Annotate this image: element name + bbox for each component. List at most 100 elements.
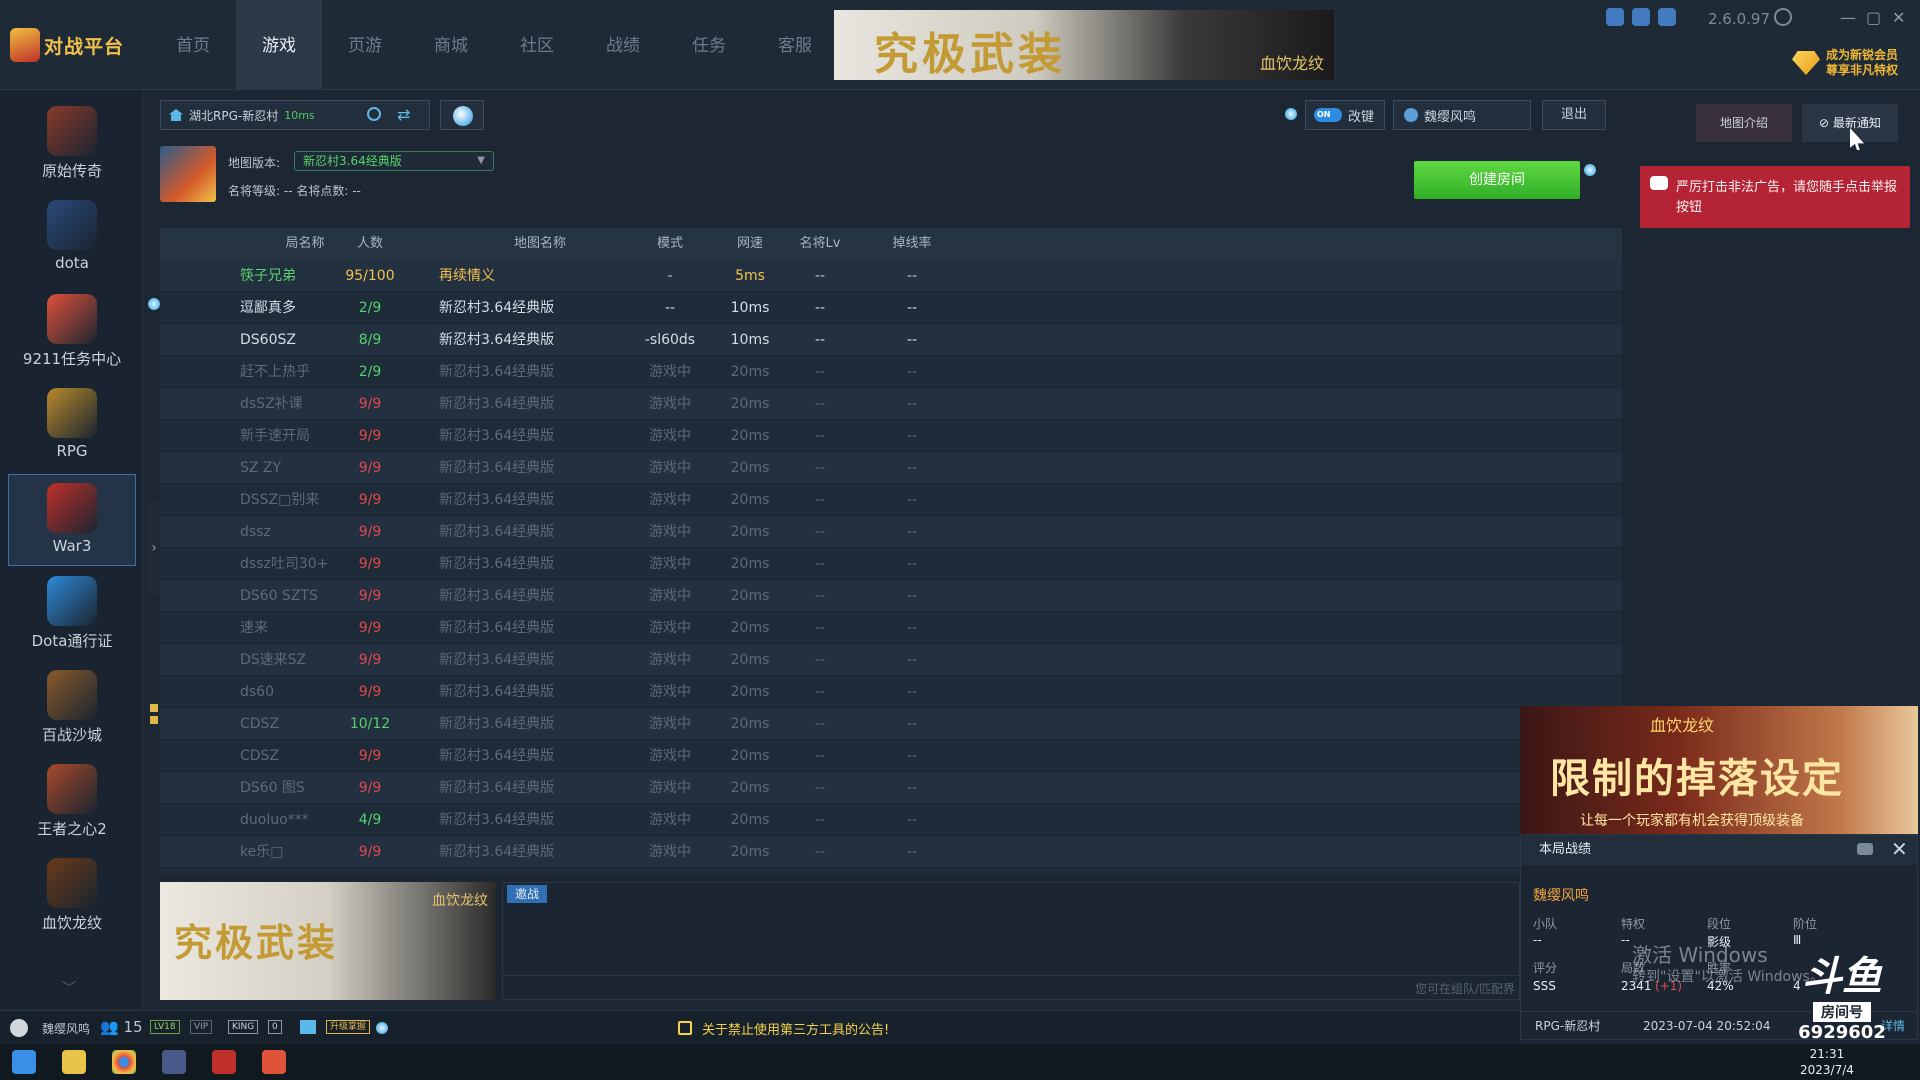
update-refresh-icon[interactable]: [1774, 8, 1792, 26]
room-map: 新忍村3.64经典版: [439, 780, 555, 796]
table-row[interactable]: 赶不上热乎 2/9 新忍村3.64经典版 游戏中 20ms -- --: [160, 356, 1622, 388]
table-row[interactable]: 筷子兄弟 95/100 再续情义 -5ms -- --: [160, 260, 1622, 292]
chevron-down-icon[interactable]: ﹀: [62, 978, 76, 998]
nav-games[interactable]: 游戏: [236, 0, 322, 90]
room-level: --: [814, 556, 826, 572]
announcement-link[interactable]: 关于禁止使用第三方工具的公告!: [702, 1019, 889, 1038]
card-icon[interactable]: [300, 1020, 316, 1034]
close-icon[interactable]: ✕: [1891, 837, 1908, 861]
upgrade-badge[interactable]: 升级掌握: [326, 1020, 371, 1034]
server-selector[interactable]: 湖北RPG-新忍村 10ms ⇄: [160, 100, 430, 130]
table-row[interactable]: ds60 9/9 新忍村3.64经典版 游戏中 20ms -- --: [160, 676, 1622, 708]
table-row[interactable]: 速来 9/9 新忍村3.64经典版 游戏中 20ms -- --: [160, 612, 1622, 644]
windows-start-icon[interactable]: [12, 1050, 36, 1074]
col-count[interactable]: 人数: [330, 228, 410, 260]
tab-invite[interactable]: 邀战: [507, 885, 547, 903]
toggle-switch[interactable]: ON: [1314, 108, 1342, 122]
map-thumbnail: [160, 146, 216, 202]
table-row[interactable]: DS60 SZTS 9/9 新忍村3.64经典版 游戏中 20ms -- --: [160, 580, 1622, 612]
col-ping[interactable]: 网速: [710, 228, 790, 260]
maximize-icon[interactable]: ▢: [1866, 8, 1881, 27]
col-drop[interactable]: 掉线率: [872, 228, 952, 260]
sidebar-game-tile[interactable]: War3: [8, 474, 136, 566]
king-badge[interactable]: KING: [228, 1020, 259, 1034]
taskbar-clock[interactable]: 21:31 2023/7/4: [1800, 1046, 1854, 1078]
vip-badge[interactable]: VIP: [190, 1020, 213, 1034]
col-level[interactable]: 名将Lv: [780, 228, 860, 260]
notice-banner[interactable]: 严厉打击非法广告，请您随手点击举报按钮: [1640, 166, 1910, 228]
nav-tasks[interactable]: 任务: [666, 0, 752, 90]
sidebar-game-tile[interactable]: 血饮龙纹: [8, 850, 136, 942]
nav-webgames[interactable]: 页游: [322, 0, 408, 90]
keymap-toggle[interactable]: ON 改键: [1305, 100, 1385, 130]
top-banner-logo: 血饮龙纹: [1259, 54, 1324, 73]
nav-community[interactable]: 社区: [494, 0, 580, 90]
switch-server-icon[interactable]: ⇄: [397, 105, 410, 124]
sidebar-game-tile[interactable]: RPG: [8, 380, 136, 472]
table-row[interactable]: CDSZ 10/12 新忍村3.64经典版 游戏中 20ms -- --: [160, 708, 1622, 740]
logout-button[interactable]: 退出: [1542, 100, 1606, 130]
chat-input[interactable]: 您可在组队/匹配界: [503, 975, 1519, 999]
side-ad-banner[interactable]: 血饮龙纹 限制的掉落设定 让每一个玩家都有机会获得顶级装备: [1520, 706, 1918, 834]
nav-records[interactable]: 战绩: [580, 0, 666, 90]
rank-info: 名将等级: -- 名将点数: --: [228, 184, 361, 198]
version-label: 2.6.0.97: [1708, 10, 1771, 28]
col-mode[interactable]: 模式: [630, 228, 710, 260]
table-row[interactable]: dssz吐司30+ 9/9 新忍村3.64经典版 游戏中 20ms -- --: [160, 548, 1622, 580]
app-icon[interactable]: [262, 1050, 286, 1074]
table-row[interactable]: dsSZ补课 9/9 新忍村3.64经典版 游戏中 20ms -- --: [160, 388, 1622, 420]
table-row[interactable]: SZ ZY 9/9 新忍村3.64经典版 游戏中 20ms -- --: [160, 452, 1622, 484]
table-row[interactable]: dssz 9/9 新忍村3.64经典版 游戏中 20ms -- --: [160, 516, 1622, 548]
camera-icon[interactable]: [1857, 843, 1873, 855]
close-icon[interactable]: ✕: [1892, 8, 1905, 27]
map-version-select[interactable]: 新忍村3.64经典版 ▼: [294, 151, 494, 171]
nav-shop[interactable]: 商城: [408, 0, 494, 90]
room-level: --: [814, 812, 826, 828]
rank-badge[interactable]: 0: [268, 1020, 282, 1034]
create-room-button[interactable]: 创建房间: [1414, 161, 1580, 199]
table-row[interactable]: CDSZ 9/9 新忍村3.64经典版 游戏中 20ms -- --: [160, 740, 1622, 772]
game-icon: [47, 294, 97, 344]
sidebar-game-tile[interactable]: 王者之心2: [8, 756, 136, 848]
bottom-ad-banner[interactable]: 究极武装 血饮龙纹: [160, 882, 496, 1000]
minimize-icon[interactable]: —: [1840, 8, 1856, 27]
skin-icon[interactable]: [1658, 8, 1676, 26]
level-badge[interactable]: LV18: [150, 1020, 180, 1034]
user-button[interactable]: 魏缨风鸣: [1393, 100, 1531, 130]
key-icon[interactable]: [1606, 8, 1624, 26]
table-row[interactable]: DS速来SZ 9/9 新忍村3.64经典版 游戏中 20ms -- --: [160, 644, 1622, 676]
col-map[interactable]: 地图名称: [480, 228, 600, 260]
top-ad-banner[interactable]: 究极武装 血饮龙纹: [834, 10, 1334, 80]
game-sidebar: 原始传奇 dota 9211任务中心 RPG War3 Dota通行证 百战沙城 王者之心2 血…: [0, 90, 143, 1010]
room-map: 新忍村3.64经典版: [439, 716, 555, 732]
status-username[interactable]: 魏缨风鸣: [42, 1020, 90, 1037]
sidebar-game-tile[interactable]: 9211任务中心: [8, 286, 136, 378]
sidebar-game-tile[interactable]: dota: [8, 192, 136, 284]
friends-count[interactable]: 👥 15: [100, 1018, 143, 1036]
table-row[interactable]: DS60 图S 9/9 新忍村3.64经典版 游戏中 20ms -- --: [160, 772, 1622, 804]
table-row[interactable]: 新手速开局 9/9 新忍村3.64经典版 游戏中 20ms -- --: [160, 420, 1622, 452]
sidebar-game-tile[interactable]: 百战沙城: [8, 662, 136, 754]
avatar[interactable]: [10, 1019, 28, 1037]
app-logo[interactable]: 对战平台: [10, 26, 130, 64]
refresh-icon[interactable]: [367, 107, 381, 121]
sidebar-game-tile[interactable]: 原始传奇: [8, 98, 136, 190]
table-row[interactable]: DSSZ□别来 9/9 新忍村3.64经典版 游戏中 20ms -- --: [160, 484, 1622, 516]
nav-home[interactable]: 首页: [150, 0, 236, 90]
file-explorer-icon[interactable]: [62, 1050, 86, 1074]
table-row[interactable]: ke乐□ 9/9 新忍村3.64经典版 游戏中 20ms -- --: [160, 836, 1622, 868]
table-row[interactable]: DS60SZ 8/9 新忍村3.64经典版 -sl60ds 10ms -- --: [160, 324, 1622, 356]
sidebar-game-tile[interactable]: Dota通行证: [8, 568, 136, 660]
tab-map-intro[interactable]: 地图介绍: [1696, 104, 1792, 142]
globe-button[interactable]: [440, 100, 484, 130]
nav-support[interactable]: 客服: [752, 0, 838, 90]
table-row[interactable]: 逗鄙真多 2/9 新忍村3.64经典版 -- 10ms -- --: [160, 292, 1622, 324]
shirt-icon[interactable]: [1632, 8, 1650, 26]
vip-promo[interactable]: 成为新锐会员 尊享非凡特权: [1792, 48, 1898, 78]
app-icon[interactable]: [162, 1050, 186, 1074]
chrome-icon[interactable]: [112, 1050, 136, 1074]
room-drop: --: [906, 396, 918, 412]
battle-platform-icon[interactable]: [212, 1050, 236, 1074]
table-row[interactable]: duoluo*** 4/9 新忍村3.64经典版 游戏中 20ms -- --: [160, 804, 1622, 836]
game-icon: [47, 106, 97, 156]
